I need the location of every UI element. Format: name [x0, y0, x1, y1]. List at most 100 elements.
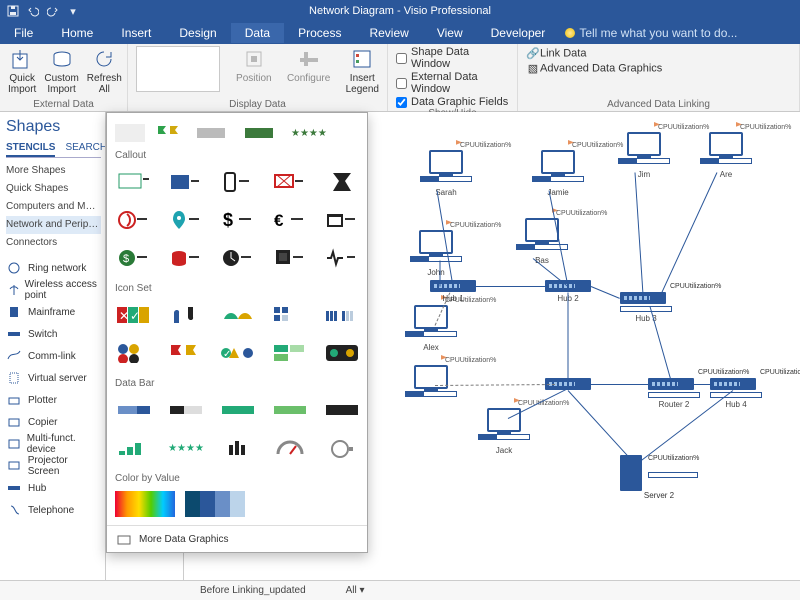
shape-item[interactable]: Hub: [6, 478, 101, 498]
no-graphic-thumb[interactable]: [115, 124, 145, 142]
stencil-more-shapes[interactable]: More Shapes: [6, 162, 101, 180]
iconset-thumb[interactable]: ✓: [219, 339, 257, 367]
menu-insert[interactable]: Insert: [107, 23, 165, 43]
stars-thumb[interactable]: ★★★★: [291, 128, 327, 139]
menu-data[interactable]: Data: [231, 23, 284, 43]
shape-item[interactable]: Wireless access point: [6, 280, 101, 300]
shape-data-window-checkbox[interactable]: Shape Data Window: [396, 46, 509, 70]
callout-thumb[interactable]: [167, 206, 205, 234]
insert-legend-button[interactable]: Insert Legend: [346, 46, 379, 95]
databar-thumb[interactable]: [167, 396, 205, 424]
shape-item[interactable]: Plotter: [6, 390, 101, 410]
shape-item[interactable]: Mainframe: [6, 302, 101, 322]
shape-item[interactable]: Virtual server: [6, 368, 101, 388]
pc-node-jamie[interactable]: CPUUtilization%Jamie: [532, 150, 584, 197]
stencil-quick-shapes[interactable]: Quick Shapes: [6, 180, 101, 198]
color-thumb[interactable]: [115, 491, 175, 517]
bar-thumb[interactable]: [243, 119, 281, 147]
callout-thumb[interactable]: [167, 168, 205, 196]
link-data-button[interactable]: 🔗Link Data: [526, 46, 791, 60]
menu-file[interactable]: File: [0, 23, 47, 43]
iconset-thumb[interactable]: [115, 339, 153, 367]
data-graphics-dropdown[interactable]: ★★★★ Callout $ € $ Icon Set ✕✓ ✓ Data Ba…: [106, 112, 368, 553]
shape-item[interactable]: Comm-link: [6, 346, 101, 366]
more-data-graphics[interactable]: More Data Graphics: [107, 525, 367, 552]
stencil-connectors[interactable]: Connectors: [6, 234, 101, 252]
shape-item[interactable]: Projector Screen: [6, 456, 101, 476]
bar-thumb[interactable]: [195, 119, 233, 147]
iconset-thumb[interactable]: [167, 301, 205, 329]
save-icon[interactable]: [6, 4, 20, 18]
iconset-thumb[interactable]: [323, 301, 361, 329]
callout-thumb[interactable]: [219, 168, 257, 196]
server-node-server2[interactable]: Server 2CPUUtilization%: [620, 455, 698, 478]
pc-node-sarah[interactable]: CPUUtilization%Sarah: [420, 150, 472, 197]
iconset-thumb[interactable]: [219, 301, 257, 329]
callout-thumb[interactable]: [323, 244, 361, 272]
iconset-thumb[interactable]: [271, 301, 309, 329]
undo-icon[interactable]: [26, 4, 40, 18]
iconset-thumb[interactable]: [167, 339, 205, 367]
menu-process[interactable]: Process: [284, 23, 355, 43]
switch-node-router2[interactable]: CPUUtilization%Router 2: [648, 378, 700, 409]
databar-thumb[interactable]: [271, 396, 309, 424]
filter-label[interactable]: All: [346, 585, 357, 596]
databar-thumb[interactable]: [115, 396, 153, 424]
callout-thumb[interactable]: $: [219, 206, 257, 234]
pc-node-john[interactable]: CPUUtilization%John: [410, 230, 462, 277]
databar-thumb[interactable]: [323, 396, 361, 424]
shape-item[interactable]: Copier: [6, 412, 101, 432]
iconset-thumb[interactable]: [323, 339, 361, 367]
external-data-window-checkbox[interactable]: External Data Window: [396, 71, 509, 95]
databar-thumb[interactable]: [219, 434, 257, 462]
menu-developer[interactable]: Developer: [477, 23, 560, 43]
databar-thumb[interactable]: [115, 434, 153, 462]
advanced-data-graphics-button[interactable]: ▧Advanced Data Graphics: [526, 61, 791, 75]
callout-thumb[interactable]: [115, 206, 153, 234]
shape-item[interactable]: Ring network: [6, 258, 101, 278]
pc-node-jack[interactable]: CPUUtilization%Jack: [478, 408, 530, 455]
flag-set-icon[interactable]: [155, 123, 185, 143]
shape-item[interactable]: Switch: [6, 324, 101, 344]
databar-thumb[interactable]: [271, 434, 309, 462]
menu-view[interactable]: View: [423, 23, 477, 43]
switch-node-hub4[interactable]: CPUUtilization%Hub 4: [710, 378, 762, 409]
callout-thumb[interactable]: [323, 206, 361, 234]
iconset-thumb[interactable]: [271, 339, 309, 367]
stencil-computers[interactable]: Computers and Monitors: [6, 198, 101, 216]
dropdown-icon[interactable]: ▾: [66, 4, 80, 18]
menu-design[interactable]: Design: [165, 23, 230, 43]
data-graphics-gallery[interactable]: [136, 46, 220, 92]
pc-node-alex[interactable]: CPUUtilization%Alex: [405, 305, 457, 352]
custom-import-button[interactable]: Custom Import: [44, 46, 78, 95]
shape-item[interactable]: Multi-funct. device: [6, 434, 101, 454]
iconset-thumb[interactable]: ✕✓: [115, 301, 153, 329]
menu-home[interactable]: Home: [47, 23, 107, 43]
pc-node-bas[interactable]: CPUUtilization%Bas: [516, 218, 568, 265]
stencil-network-peripherals[interactable]: Network and Peripherals: [6, 216, 101, 234]
pc-node-jim[interactable]: CPUUtilization%Jim: [618, 132, 670, 179]
callout-thumb[interactable]: [271, 244, 309, 272]
redo-icon[interactable]: [46, 4, 60, 18]
pc-node-are[interactable]: CPUUtilization%Are: [700, 132, 752, 179]
configure-button[interactable]: Configure: [288, 46, 330, 84]
shape-item[interactable]: Telephone: [6, 500, 101, 520]
position-button[interactable]: Position: [236, 46, 272, 84]
callout-thumb[interactable]: [115, 168, 153, 196]
data-graphic-fields-checkbox[interactable]: Data Graphic Fields: [396, 96, 509, 108]
tell-me[interactable]: Tell me what you want to do...: [565, 26, 737, 40]
quick-import-button[interactable]: Quick Import: [8, 46, 36, 95]
callout-thumb[interactable]: [219, 244, 257, 272]
callout-thumb[interactable]: [167, 244, 205, 272]
callout-thumb[interactable]: €: [271, 206, 309, 234]
callout-thumb[interactable]: [323, 168, 361, 196]
sheet-tab[interactable]: Before Linking_updated: [200, 585, 306, 596]
menu-review[interactable]: Review: [355, 23, 422, 43]
switch-node-hub3[interactable]: CPUUtilization%Hub 3: [620, 292, 672, 323]
databar-thumb[interactable]: [219, 396, 257, 424]
tab-stencils[interactable]: STENCILS: [6, 142, 55, 157]
callout-thumb[interactable]: [271, 168, 309, 196]
color-thumb[interactable]: [185, 491, 245, 517]
callout-thumb[interactable]: $: [115, 244, 153, 272]
refresh-all-button[interactable]: Refresh All: [87, 46, 122, 95]
